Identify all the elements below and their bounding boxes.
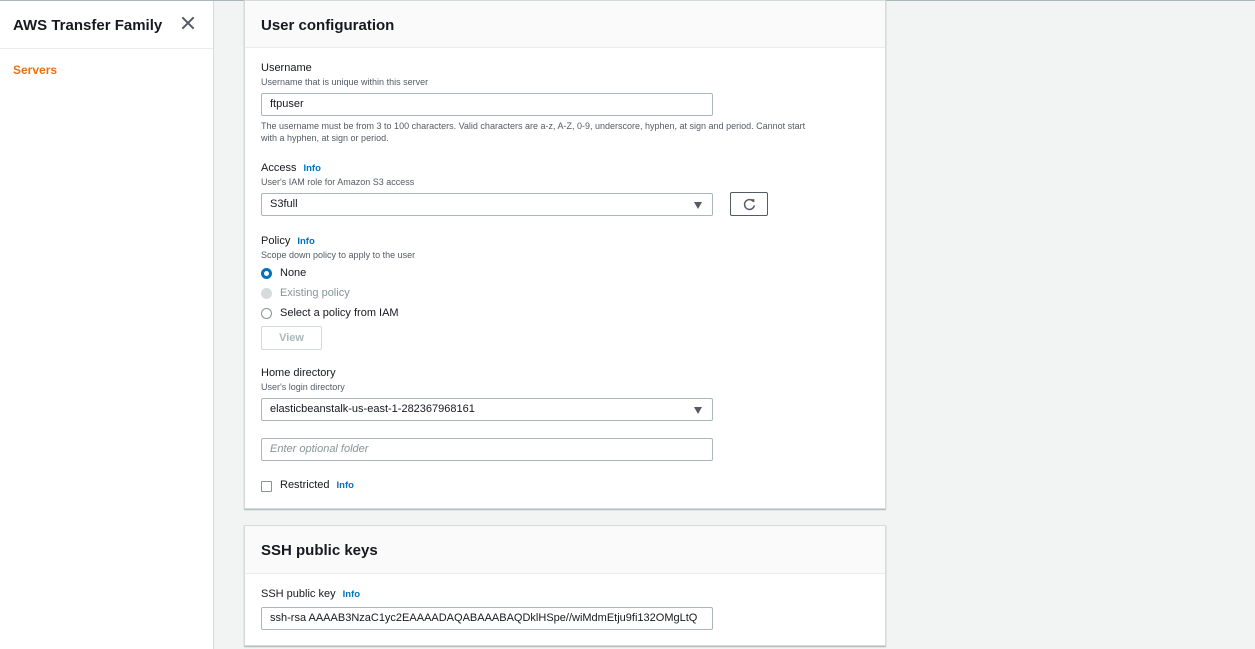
- close-icon[interactable]: [180, 15, 196, 31]
- username-description: Username that is unique within this serv…: [261, 77, 429, 87]
- restricted-info-link[interactable]: Info: [337, 480, 354, 491]
- home-directory-description: User's login directory: [261, 382, 345, 392]
- restricted-checkbox[interactable]: [261, 481, 272, 492]
- home-directory-label: Home directory: [261, 367, 336, 379]
- username-label: Username: [261, 62, 312, 74]
- sidebar-title: AWS Transfer Family: [13, 17, 163, 34]
- panel-header: User configuration: [245, 1, 885, 48]
- policy-none-label: None: [280, 267, 307, 279]
- home-directory-select[interactable]: elasticbeanstalk-us-east-1-282367968161: [261, 398, 713, 421]
- policy-description: Scope down policy to apply to the user: [261, 250, 416, 260]
- username-help-line-2: with a hyphen, at sign or period.: [261, 133, 389, 143]
- username-help-line-1: The username must be from 3 to 100 chara…: [261, 121, 806, 131]
- policy-label: Policy Info: [261, 235, 315, 247]
- caret-down-icon: [694, 202, 702, 209]
- access-info-link[interactable]: Info: [303, 163, 320, 174]
- access-role-value: S3full: [270, 198, 298, 210]
- policy-info-link[interactable]: Info: [297, 236, 314, 247]
- ssh-key-info-link[interactable]: Info: [343, 589, 360, 600]
- panel-title: SSH public keys: [261, 542, 378, 559]
- policy-iam-radio[interactable]: [261, 308, 272, 319]
- policy-existing-radio: [261, 288, 272, 299]
- access-label: Access Info: [261, 162, 321, 174]
- access-description: User's IAM role for Amazon S3 access: [261, 177, 415, 187]
- sidebar: AWS Transfer Family Servers: [0, 1, 214, 649]
- refresh-icon: [743, 198, 756, 211]
- view-policy-button: View: [261, 326, 322, 350]
- policy-none-radio[interactable]: [261, 268, 272, 279]
- home-directory-value: elasticbeanstalk-us-east-1-282367968161: [270, 403, 475, 415]
- sidebar-item-servers[interactable]: Servers: [13, 63, 57, 77]
- policy-existing-label: Existing policy: [280, 287, 350, 299]
- ssh-key-label: SSH public key Info: [261, 588, 360, 600]
- sidebar-header: AWS Transfer Family: [0, 1, 213, 49]
- access-label-text: Access: [261, 162, 297, 174]
- policy-label-text: Policy: [261, 235, 291, 247]
- refresh-button[interactable]: [730, 192, 768, 216]
- access-role-select[interactable]: S3full: [261, 193, 713, 216]
- username-input[interactable]: ftpuser: [261, 93, 713, 116]
- panel-header: SSH public keys: [245, 526, 885, 574]
- ssh-public-keys-panel: SSH public keys SSH public key Info ssh-r…: [244, 525, 886, 646]
- panel-title: User configuration: [261, 17, 395, 34]
- optional-folder-input[interactable]: Enter optional folder: [261, 438, 713, 461]
- restricted-label-text: Restricted: [280, 479, 330, 491]
- user-configuration-panel: User configuration Username Username tha…: [244, 0, 886, 509]
- ssh-key-label-text: SSH public key: [261, 588, 336, 600]
- restricted-label: Restricted Info: [280, 479, 354, 491]
- policy-iam-label: Select a policy from IAM: [280, 307, 399, 319]
- caret-down-icon: [694, 407, 702, 414]
- ssh-public-key-input[interactable]: ssh-rsa AAAAB3NzaC1yc2EAAAADAQABAAABAQDk…: [261, 607, 713, 630]
